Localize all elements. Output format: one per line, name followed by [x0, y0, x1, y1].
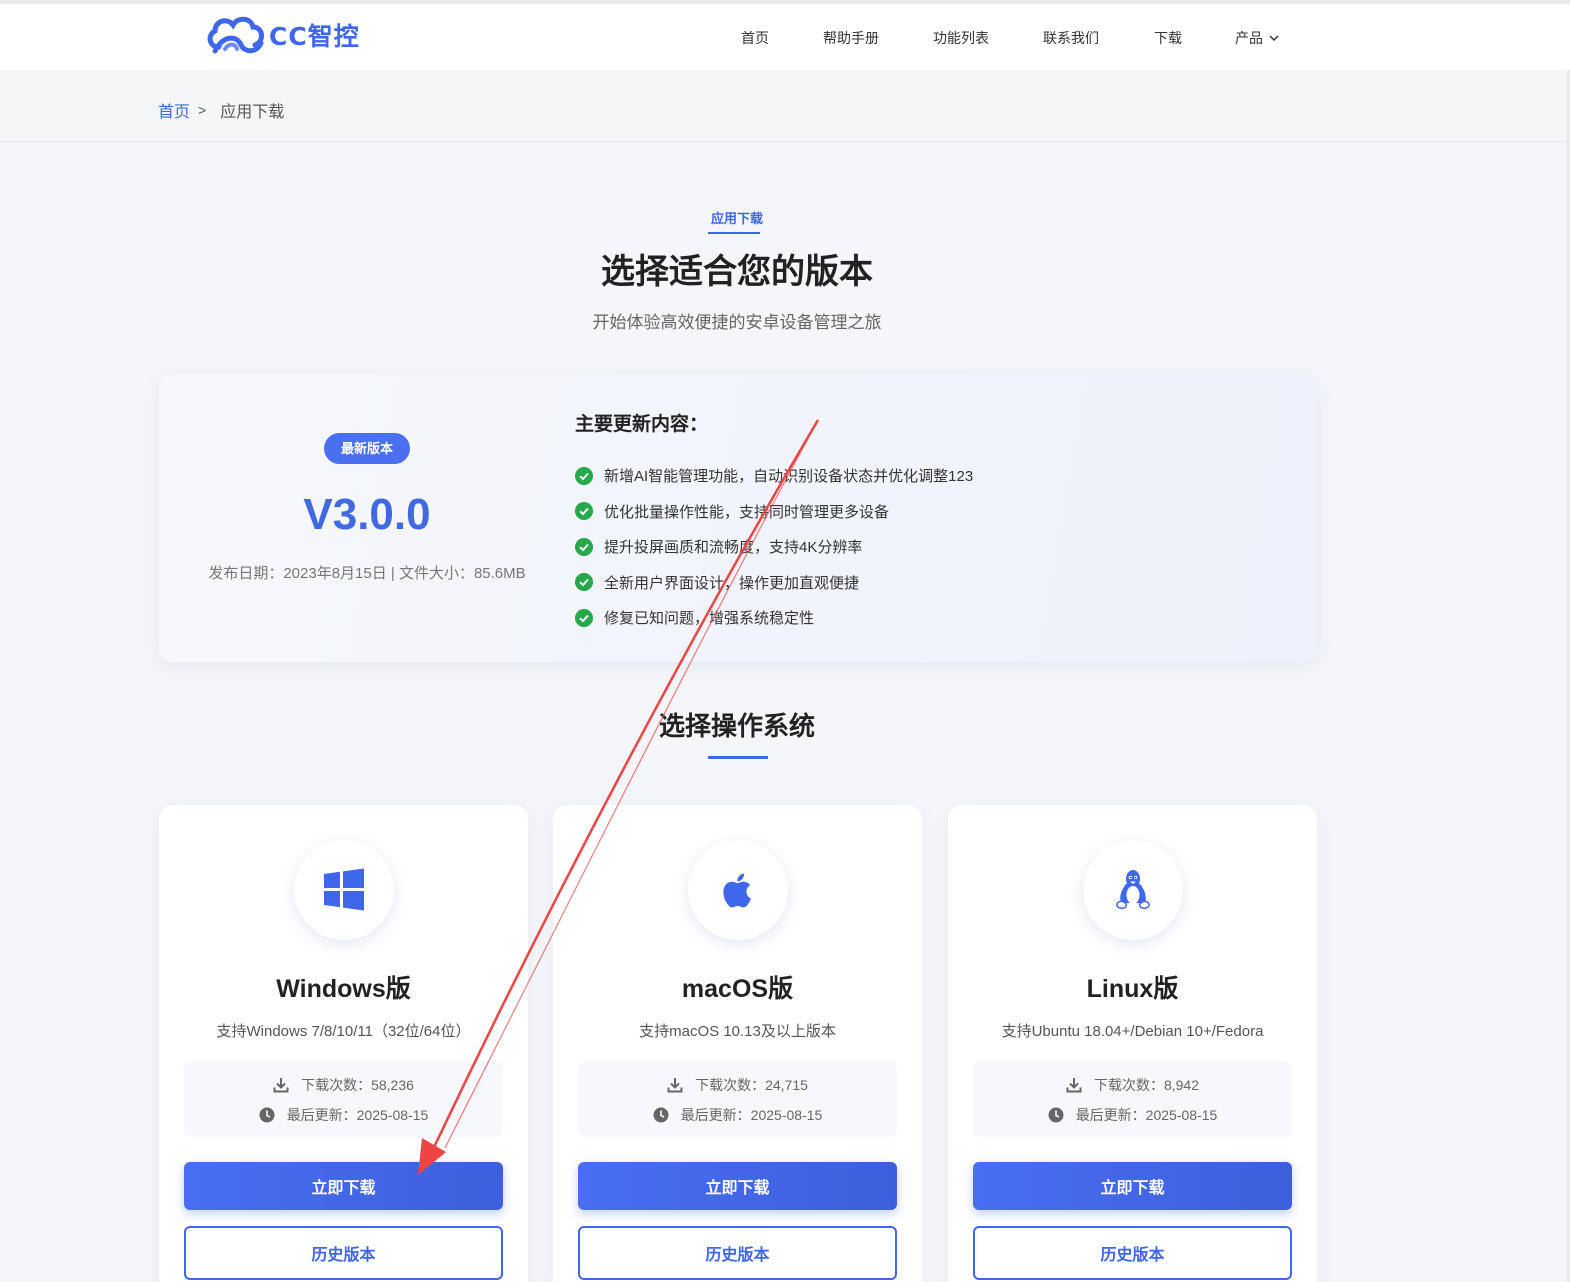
stat-downloads: 下载次数：58,236 — [184, 1075, 503, 1095]
history-button-macos[interactable]: 历史版本 — [578, 1226, 897, 1280]
chevron-down-icon — [1269, 35, 1279, 42]
top-header: CC智控 首页 帮助手册 功能列表 联系我们 下载 产品 — [0, 0, 1570, 70]
clock-icon — [653, 1107, 669, 1123]
nav-contact[interactable]: 联系我们 — [1043, 28, 1099, 48]
nav-home[interactable]: 首页 — [741, 28, 769, 48]
stat-updated: 最后更新：2025-08-15 — [184, 1105, 503, 1125]
stat-updated-text: 最后更新：2025-08-15 — [286, 1107, 429, 1123]
changes-list: 新增AI智能管理功能，自动识别设备状态并优化调整123 优化批量操作性能，支持同… — [575, 458, 973, 636]
change-text: 修复已知问题，增强系统稳定性 — [604, 610, 815, 628]
history-button-linux[interactable]: 历史版本 — [973, 1226, 1292, 1280]
breadcrumb-bar: 首页 > 应用下载 — [0, 70, 1570, 142]
list-item: 提升投屏画质和流畅度，支持4K分辨率 — [575, 529, 973, 565]
windows-icon — [324, 868, 364, 911]
os-name: macOS版 — [681, 975, 794, 1003]
stat-downloads-text: 下载次数：58,236 — [301, 1077, 414, 1093]
os-stats: 下载次数：8,942 最后更新：2025-08-15 — [973, 1061, 1292, 1137]
os-support: 支持Ubuntu 18.04+/Debian 10+/Fedora — [1001, 1023, 1264, 1040]
os-name: Linux版 — [1086, 975, 1179, 1003]
os-section-title: 选择操作系统 — [658, 711, 815, 741]
os-card-windows: Windows版 支持Windows 7/8/10/11（32位/64位） 下载… — [159, 805, 528, 1282]
stat-updated: 最后更新：2025-08-15 — [973, 1105, 1292, 1125]
nav-help[interactable]: 帮助手册 — [823, 28, 879, 48]
stat-downloads-text: 下载次数：8,942 — [1093, 1077, 1200, 1093]
os-icon-circle — [1083, 840, 1183, 940]
section-eyebrow: 应用下载 — [710, 211, 763, 226]
os-title-underline — [708, 756, 768, 759]
latest-badge: 最新版本 — [324, 433, 410, 464]
check-circle-icon — [575, 608, 593, 627]
stat-downloads: 下载次数：24,715 — [578, 1075, 897, 1095]
eyebrow-underline — [708, 232, 760, 234]
os-card-macos: macOS版 支持macOS 10.13及以上版本 下载次数：24,715 最后… — [553, 805, 922, 1282]
version-number: V3.0.0 — [303, 490, 431, 539]
download-icon — [1066, 1078, 1082, 1093]
stat-updated-text: 最后更新：2025-08-15 — [680, 1107, 823, 1123]
breadcrumb-separator: > — [198, 102, 207, 118]
check-circle-icon — [575, 573, 593, 592]
change-text: 优化批量操作性能，支持同时管理更多设备 — [604, 503, 890, 521]
stat-updated-text: 最后更新：2025-08-15 — [1075, 1107, 1218, 1123]
stat-downloads: 下载次数：8,942 — [973, 1075, 1292, 1095]
breadcrumb-current: 应用下载 — [220, 104, 285, 121]
page-title: 选择适合您的版本 — [601, 253, 873, 291]
change-text: 新增AI智能管理功能，自动识别设备状态并优化调整123 — [604, 468, 974, 486]
clock-icon — [259, 1107, 275, 1123]
linux-icon — [1116, 870, 1150, 909]
change-text: 全新用户界面设计，操作更加直观便捷 — [604, 574, 860, 592]
history-button-windows[interactable]: 历史版本 — [184, 1226, 503, 1280]
os-icon-circle — [688, 840, 788, 940]
check-circle-icon — [575, 502, 593, 521]
download-button-linux[interactable]: 立即下载 — [973, 1162, 1292, 1210]
list-item: 全新用户界面设计，操作更加直观便捷 — [575, 565, 973, 601]
check-circle-icon — [575, 466, 593, 485]
os-card-linux: Linux版 支持Ubuntu 18.04+/Debian 10+/Fedora… — [948, 805, 1317, 1282]
download-icon — [667, 1078, 683, 1093]
change-text: 提升投屏画质和流畅度，支持4K分辨率 — [604, 539, 863, 557]
list-item: 优化批量操作性能，支持同时管理更多设备 — [575, 494, 973, 530]
nav-features[interactable]: 功能列表 — [933, 28, 989, 48]
stat-updated: 最后更新：2025-08-15 — [578, 1105, 897, 1125]
os-icon-circle — [294, 840, 394, 940]
latest-version-card: 最新版本 V3.0.0 发布日期：2023年8月15日 | 文件大小：85.6M… — [159, 374, 1317, 662]
os-support: 支持macOS 10.13及以上版本 — [639, 1023, 836, 1040]
download-button-windows[interactable]: 立即下载 — [184, 1162, 503, 1210]
check-circle-icon — [575, 537, 593, 556]
main-nav: 首页 帮助手册 功能列表 联系我们 下载 产品 — [0, 4, 1570, 70]
version-meta: 发布日期：2023年8月15日 | 文件大小：85.6MB — [208, 565, 526, 582]
os-stats: 下载次数：24,715 最后更新：2025-08-15 — [578, 1061, 897, 1137]
nav-product[interactable]: 产品 — [1235, 28, 1280, 48]
download-icon — [273, 1078, 289, 1093]
nav-product-label: 产品 — [1235, 30, 1263, 46]
os-stats: 下载次数：58,236 最后更新：2025-08-15 — [184, 1061, 503, 1137]
list-item: 新增AI智能管理功能，自动识别设备状态并优化调整123 — [575, 458, 973, 494]
breadcrumb-home[interactable]: 首页 — [158, 98, 190, 122]
breadcrumb: 首页 > 应用下载 — [158, 98, 284, 122]
nav-download[interactable]: 下载 — [1154, 28, 1182, 48]
os-support: 支持Windows 7/8/10/11（32位/64位） — [216, 1023, 471, 1040]
stat-downloads-text: 下载次数：24,715 — [695, 1077, 808, 1093]
apple-icon — [723, 873, 751, 908]
os-name: Windows版 — [276, 975, 411, 1003]
changes-title: 主要更新内容： — [575, 414, 709, 435]
download-button-macos[interactable]: 立即下载 — [578, 1162, 897, 1210]
clock-icon — [1048, 1107, 1064, 1123]
list-item: 修复已知问题，增强系统稳定性 — [575, 600, 973, 636]
page-subtitle: 开始体验高效便捷的安卓设备管理之旅 — [592, 313, 882, 332]
